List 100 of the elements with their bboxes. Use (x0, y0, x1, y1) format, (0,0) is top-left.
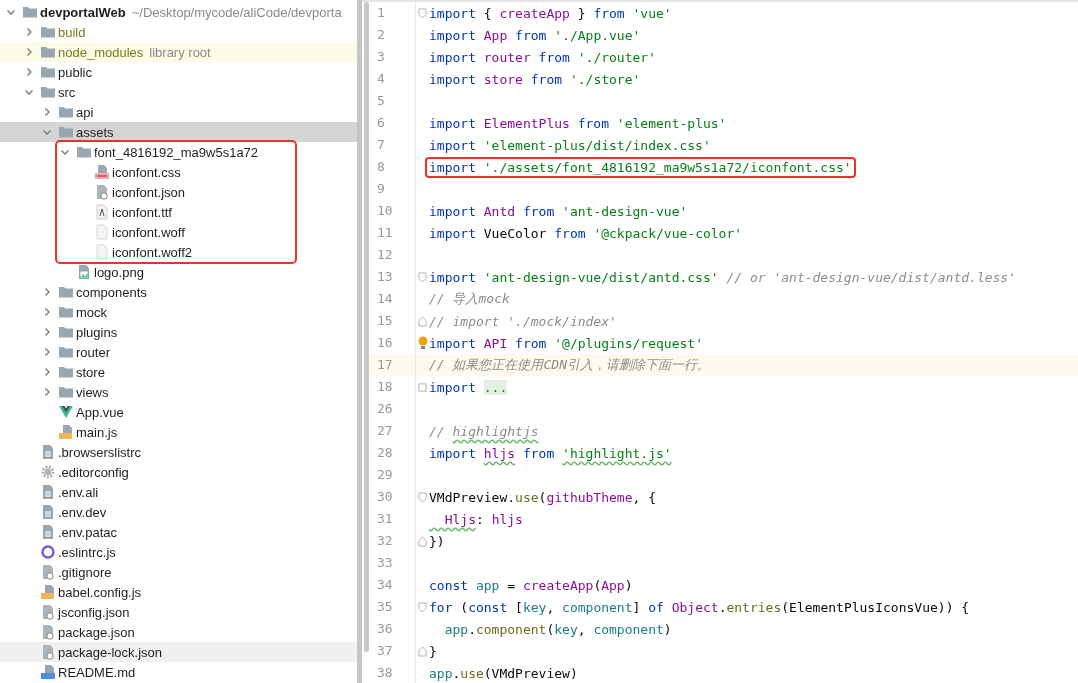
code-line: // 导入mock (429, 290, 510, 308)
chevron-right-icon[interactable] (42, 307, 52, 317)
chevron-down-icon[interactable] (24, 87, 34, 97)
tree-item-label[interactable]: build (58, 24, 86, 40)
tree-item-label[interactable]: .gitignore (58, 564, 112, 580)
line-number: 13 (369, 266, 416, 288)
code-line: import 'element-plus/dist/index.css' (429, 137, 711, 153)
fold-marker-icon[interactable] (418, 7, 427, 19)
tree-item-label[interactable]: App.vue (76, 404, 124, 420)
fold-marker-icon[interactable] (418, 271, 427, 283)
line-number: 12 (369, 244, 416, 266)
chevron-right-icon[interactable] (24, 47, 34, 57)
line-number: 26 (369, 398, 416, 420)
fold-marker-icon[interactable] (418, 601, 427, 613)
chevron-down-icon[interactable] (60, 147, 70, 157)
tree-item-label[interactable]: iconfont.woff (112, 224, 185, 240)
tree-item-label[interactable]: .env.ali (58, 484, 99, 500)
code-line: import 'ant-design-vue/dist/antd.css' // or 'ant-design-vue/dist/antd.less' (429, 269, 1017, 285)
line-number: 4 (369, 68, 416, 90)
code-line: // 如果您正在使用CDN引入，请删除下面一行。 (429, 356, 710, 374)
line-number: 35 (369, 596, 416, 618)
tree-item-label[interactable]: jsconfig.json (58, 604, 130, 620)
line-number: 2 (369, 24, 416, 46)
code-line: } (429, 643, 437, 659)
line-number: 6 (369, 112, 416, 134)
chevron-right-icon[interactable] (24, 67, 34, 77)
code-line: app.use(VMdPreview) (429, 665, 578, 681)
tree-item-label[interactable]: package.json (58, 624, 135, 640)
tree-item-label[interactable]: .env.patac (58, 524, 118, 540)
line-number: 28 (369, 442, 416, 464)
tree-item-label[interactable]: .env.dev (58, 504, 107, 520)
tree-item-label[interactable]: api (76, 104, 94, 120)
tree-item-label[interactable]: .eslintrc.js (58, 544, 116, 560)
code-line: import { createApp } from 'vue' (429, 5, 672, 21)
line-number: 27 (369, 420, 416, 442)
line-number: 17 (369, 354, 416, 376)
tree-scrollbar[interactable] (357, 0, 362, 683)
line-number: 7 (369, 134, 416, 156)
editor-scrollbar[interactable] (364, 2, 369, 652)
code-line: }) (429, 533, 445, 549)
project-path: ~/Desktop/mycode/aliCode/devporta (131, 4, 342, 20)
chevron-right-icon[interactable] (42, 347, 52, 357)
lightbulb-icon[interactable] (417, 336, 428, 350)
chevron-right-icon[interactable] (24, 27, 34, 37)
chevron-down-icon[interactable] (6, 7, 16, 17)
line-number: 5 (369, 90, 416, 112)
tree-item-label[interactable]: node_modules (58, 44, 144, 60)
line-number: 34 (369, 574, 416, 596)
code-line: for (const [key, component] of Object.entries(ElementPlusIconsVue)) { (429, 599, 970, 615)
line-number: 3 (369, 46, 416, 68)
chevron-down-icon[interactable] (42, 127, 52, 137)
line-number: 1 (369, 2, 416, 24)
tree-item-label[interactable]: components (76, 284, 147, 300)
tree-item-label[interactable]: logo.png (94, 264, 144, 280)
tree-item-label[interactable]: src (58, 84, 76, 100)
line-number: 14 (369, 288, 416, 310)
tree-item-label[interactable]: assets (76, 124, 114, 140)
tree-item-label[interactable]: .browserslistrc (58, 444, 142, 460)
fold-marker-icon[interactable] (418, 315, 427, 327)
tree-item-label[interactable]: mock (76, 304, 108, 320)
tree-item-label[interactable]: .editorconfig (58, 464, 129, 480)
line-number: 38 (369, 662, 416, 683)
code-line: import ... (429, 379, 508, 395)
line-number: 31 (369, 508, 416, 530)
line-number: 33 (369, 552, 416, 574)
line-number: 18 (369, 376, 416, 398)
tree-item-label[interactable]: main.js (76, 424, 118, 440)
chevron-right-icon[interactable] (42, 367, 52, 377)
line-number: 29 (369, 464, 416, 486)
tree-item-label[interactable]: iconfont.woff2 (112, 244, 192, 260)
chevron-right-icon[interactable] (42, 107, 52, 117)
fold-marker-icon[interactable] (418, 645, 427, 657)
line-number: 9 (369, 178, 416, 200)
line-number: 32 (369, 530, 416, 552)
tree-item-label[interactable]: iconfont.ttf (112, 204, 172, 220)
tree-item-label[interactable]: store (76, 364, 105, 380)
tree-item-label[interactable]: plugins (76, 324, 118, 340)
code-line: import API from '@/plugins/request' (429, 335, 703, 351)
tree-item-label[interactable]: font_4816192_ma9w5s1a72 (94, 144, 259, 160)
fold-marker-icon[interactable] (418, 535, 427, 547)
chevron-right-icon[interactable] (42, 287, 52, 297)
code-line: const app = createApp(App) (429, 577, 633, 593)
tree-item-label[interactable]: devportalWeb (40, 4, 126, 20)
tree-item-label[interactable]: public (58, 64, 92, 80)
line-number: 15 (369, 310, 416, 332)
fold-marker-icon[interactable] (418, 491, 427, 503)
code-line: // import './mock/index' (429, 313, 617, 329)
tree-item-label[interactable]: babel.config.js (58, 584, 142, 600)
code-line: app.component(key, component) (443, 621, 672, 637)
tree-item-label[interactable]: README.md (58, 664, 136, 680)
tree-item-label[interactable]: iconfont.css (112, 164, 181, 180)
tree-item-label[interactable]: iconfont.json (112, 184, 185, 200)
chevron-right-icon[interactable] (42, 327, 52, 337)
tree-item-label[interactable]: views (76, 384, 109, 400)
line-number: 37 (369, 640, 416, 662)
line-number: 8 (369, 156, 416, 178)
code-line: import App from './App.vue' (429, 27, 641, 43)
tree-item-label[interactable]: router (76, 344, 110, 360)
code-line: import VueColor from '@ckpack/vue-color' (429, 225, 743, 241)
chevron-right-icon[interactable] (42, 387, 52, 397)
